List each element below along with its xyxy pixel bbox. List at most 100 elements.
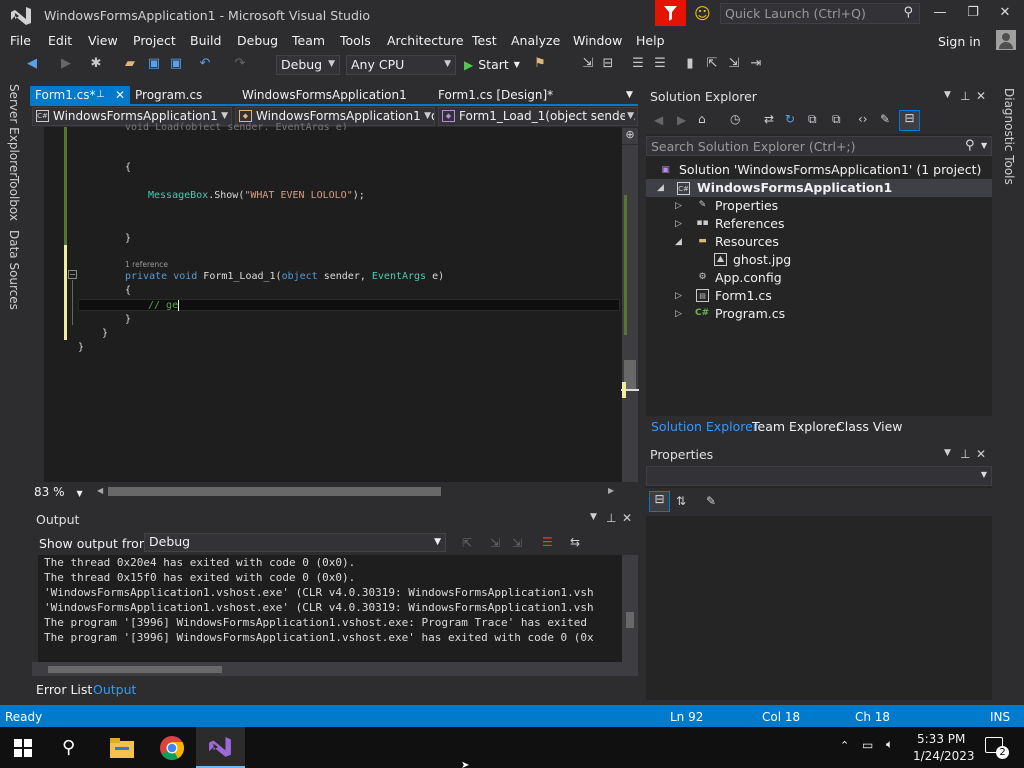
- tab-error-list[interactable]: Error List: [36, 682, 92, 697]
- save-icon[interactable]: ▣: [146, 56, 162, 72]
- tree-references[interactable]: References: [715, 216, 784, 231]
- menu-project[interactable]: Project: [133, 33, 176, 48]
- prev-message-icon[interactable]: ⇲: [490, 536, 500, 550]
- close-icon[interactable]: ✕: [976, 89, 986, 103]
- collapse-arrow-icon[interactable]: ▷: [675, 291, 682, 301]
- notification-filter-button[interactable]: [655, 0, 686, 26]
- quick-launch-input[interactable]: Quick Launch (Ctrl+Q) ⚲: [720, 3, 920, 24]
- alphabetical-icon[interactable]: ⇅: [676, 494, 686, 508]
- editor-horizontal-scrollbar[interactable]: [108, 487, 441, 496]
- clock-time[interactable]: 5:33 PM: [917, 732, 965, 746]
- view-code-icon[interactable]: ‹›: [858, 112, 868, 126]
- file-explorer-icon[interactable]: [110, 738, 134, 761]
- feedback-smiley-icon[interactable]: ☺: [694, 4, 711, 23]
- output-source-dropdown[interactable]: Debug ▼: [144, 533, 446, 552]
- uncomment-icon[interactable]: ☰: [652, 56, 668, 72]
- next-message-icon[interactable]: ⇲: [512, 536, 522, 550]
- collapse-all-icon[interactable]: ⧉: [808, 112, 817, 127]
- menu-debug[interactable]: Debug: [237, 33, 278, 48]
- scroll-right-icon[interactable]: ▶: [608, 486, 614, 495]
- user-avatar-icon[interactable]: [996, 30, 1016, 50]
- pin-icon[interactable]: ⊥: [96, 89, 105, 100]
- window-position-icon[interactable]: ▼: [590, 512, 597, 522]
- visual-studio-logo-icon[interactable]: [10, 6, 32, 26]
- browser-link-icon[interactable]: ⚑: [532, 56, 548, 72]
- sign-in-link[interactable]: Sign in: [938, 34, 981, 49]
- refresh-icon[interactable]: ↻: [785, 112, 795, 126]
- collapse-arrow-icon[interactable]: ▷: [675, 309, 682, 319]
- maximize-button[interactable]: ❐: [958, 5, 988, 20]
- close-tab-icon[interactable]: ✕: [115, 88, 125, 102]
- menu-team[interactable]: Team: [292, 33, 325, 48]
- forward-icon[interactable]: ▶: [58, 56, 74, 72]
- server-explorer-tab[interactable]: Server Explorer: [7, 84, 21, 177]
- bookmark-icon[interactable]: ▮: [682, 56, 698, 72]
- network-icon[interactable]: ▭: [862, 738, 873, 752]
- tab-class-view[interactable]: Class View: [836, 419, 903, 434]
- solution-config-dropdown[interactable]: Debug ▼: [276, 55, 340, 75]
- output-hscroll-thumb[interactable]: [48, 666, 222, 673]
- menu-analyze[interactable]: Analyze: [511, 33, 560, 48]
- volume-icon[interactable]: 🔈︎: [886, 737, 893, 752]
- tree-solution[interactable]: Solution 'WindowsFormsApplication1' (1 p…: [679, 162, 981, 177]
- close-button[interactable]: ✕: [990, 5, 1020, 20]
- tree-ghost-jpg[interactable]: ghost.jpg: [733, 252, 791, 267]
- tab-windowsformsapplication1[interactable]: WindowsFormsApplication1: [242, 88, 407, 102]
- windows-start-icon[interactable]: [14, 739, 32, 760]
- menu-build[interactable]: Build: [190, 33, 221, 48]
- window-position-icon[interactable]: ▼: [944, 90, 951, 100]
- clear-bookmarks-icon[interactable]: ⇥: [748, 56, 764, 72]
- zoom-dropdown[interactable]: 83 % ▼: [34, 485, 83, 499]
- redo-icon[interactable]: ↷: [232, 56, 248, 72]
- find-message-icon[interactable]: ⇱: [462, 536, 472, 550]
- word-wrap-icon[interactable]: ⇆: [570, 535, 580, 549]
- output-scroll-thumb[interactable]: [626, 612, 634, 628]
- split-window-icon[interactable]: ⊕: [622, 128, 638, 144]
- clock-date[interactable]: 1/24/2023: [913, 749, 975, 763]
- menu-tools[interactable]: Tools: [340, 33, 371, 48]
- pending-changes-icon[interactable]: ◷: [730, 112, 740, 126]
- forward-icon[interactable]: ▶: [677, 113, 686, 127]
- new-project-icon[interactable]: ✱: [88, 56, 104, 72]
- home-icon[interactable]: ⌂: [698, 112, 706, 126]
- back-icon[interactable]: ◀: [654, 113, 663, 127]
- menu-window[interactable]: Window: [573, 33, 622, 48]
- close-icon[interactable]: ✕: [622, 511, 632, 525]
- taskbar-visual-studio-button[interactable]: [196, 727, 245, 768]
- menu-edit[interactable]: Edit: [48, 33, 72, 48]
- save-all-icon[interactable]: ▣: [168, 56, 184, 72]
- menu-test[interactable]: Test: [472, 33, 497, 48]
- step-into-icon[interactable]: ⊟: [600, 56, 616, 72]
- pin-icon[interactable]: ⊥: [960, 447, 970, 461]
- sync-icon[interactable]: ⇄: [764, 112, 774, 126]
- member-dropdown[interactable]: ◆ Form1_Load_1(object sender, E ▼: [438, 107, 638, 126]
- codelens-references[interactable]: 1 reference: [125, 260, 168, 269]
- categorized-icon[interactable]: ⊟: [649, 491, 670, 512]
- tree-properties[interactable]: Properties: [715, 198, 778, 213]
- undo-icon[interactable]: ↶: [197, 56, 213, 72]
- show-all-files-icon[interactable]: ⧉: [832, 112, 841, 127]
- data-sources-tab[interactable]: Data Sources: [7, 230, 21, 310]
- next-bookmark-icon[interactable]: ⇲: [726, 56, 742, 72]
- tab-overflow-dropdown[interactable]: ▼: [626, 90, 633, 100]
- open-file-icon[interactable]: ▰: [122, 56, 138, 72]
- menu-file[interactable]: File: [10, 33, 31, 48]
- expand-arrow-icon[interactable]: ◢: [657, 183, 664, 193]
- collapse-icon[interactable]: −: [68, 270, 77, 279]
- collapse-arrow-icon[interactable]: ▷: [675, 219, 682, 229]
- tree-program-cs[interactable]: Program.cs: [715, 306, 785, 321]
- menu-view[interactable]: View: [88, 33, 118, 48]
- back-icon[interactable]: ◀: [24, 56, 40, 72]
- tree-resources[interactable]: Resources: [715, 234, 779, 249]
- scroll-left-icon[interactable]: ◀: [97, 486, 103, 495]
- start-debugging-button[interactable]: ▶ Start ▼: [464, 57, 520, 72]
- diagnostic-tools-tab[interactable]: Diagnostic Tools: [1002, 88, 1016, 185]
- collapse-arrow-icon[interactable]: ▷: [675, 201, 682, 211]
- tab-team-explorer[interactable]: Team Explorer: [752, 419, 841, 434]
- close-icon[interactable]: ✕: [976, 447, 986, 461]
- toolbox-tab[interactable]: Toolbox: [7, 176, 21, 221]
- pin-icon[interactable]: ⊥: [606, 511, 616, 525]
- tree-app-config[interactable]: App.config: [715, 270, 782, 285]
- solution-platform-dropdown[interactable]: Any CPU ▼: [346, 55, 456, 75]
- solution-configurations-icon[interactable]: ⇲: [580, 56, 596, 72]
